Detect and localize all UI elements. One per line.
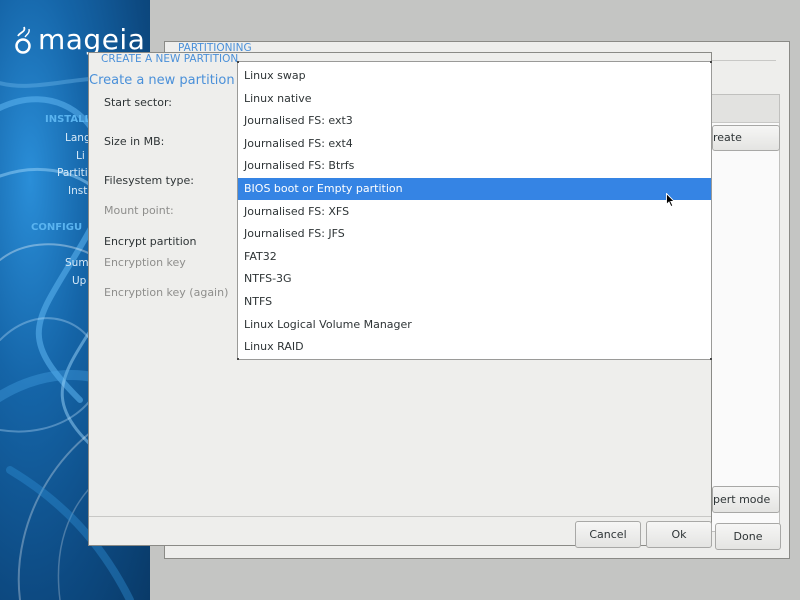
filesystem-type-label: Filesystem type: bbox=[104, 174, 194, 187]
sidebar-item-summary: Sum bbox=[65, 257, 89, 269]
dialog-title: CREATE A NEW PARTITION bbox=[101, 53, 239, 65]
dropdown-option-linux-swap[interactable]: Linux swap bbox=[238, 65, 711, 87]
logo-text: mageia bbox=[38, 23, 146, 56]
cancel-button[interactable]: Cancel bbox=[575, 521, 641, 548]
size-in-mb-label: Size in MB: bbox=[104, 135, 165, 148]
dropdown-option-bios-boot-selected[interactable]: BIOS boot or Empty partition bbox=[238, 178, 711, 200]
sidebar-item-partitioning: Partiti bbox=[57, 167, 88, 179]
dialog-footer-separator bbox=[89, 516, 711, 517]
sidebar-item-installing: Inst bbox=[68, 185, 88, 197]
sidebar-item-license: Li bbox=[76, 150, 85, 162]
expert-mode-button[interactable]: pert mode bbox=[712, 486, 780, 513]
done-button[interactable]: Done bbox=[715, 523, 781, 550]
dropdown-option-ext3[interactable]: Journalised FS: ext3 bbox=[238, 110, 711, 132]
dropdown-option-btrfs[interactable]: Journalised FS: Btrfs bbox=[238, 155, 711, 177]
dropdown-corner bbox=[237, 358, 239, 360]
dropdown-option-fat32[interactable]: FAT32 bbox=[238, 246, 711, 268]
dropdown-option-lvm[interactable]: Linux Logical Volume Manager bbox=[238, 314, 711, 336]
dropdown-corner bbox=[710, 61, 712, 63]
dropdown-option-ntfs-3g[interactable]: NTFS-3G bbox=[238, 268, 711, 290]
sidebar-section-configure: CONFIGU bbox=[31, 222, 83, 233]
encryption-key-again-label: Encryption key (again) bbox=[104, 286, 229, 299]
dropdown-corner bbox=[710, 358, 712, 360]
partition-list-header bbox=[712, 95, 779, 123]
dropdown-option-ntfs[interactable]: NTFS bbox=[238, 291, 711, 313]
partition-list-panel bbox=[712, 94, 780, 532]
sidebar-section-install: INSTALL bbox=[45, 114, 91, 125]
dropdown-option-ext4[interactable]: Journalised FS: ext4 bbox=[238, 133, 711, 155]
mageia-logo: mageia bbox=[12, 26, 145, 54]
mount-point-label: Mount point: bbox=[104, 204, 174, 217]
encryption-key-label: Encryption key bbox=[104, 256, 186, 269]
encrypt-partition-label[interactable]: Encrypt partition bbox=[104, 235, 196, 248]
create-button-label: reate bbox=[713, 131, 742, 144]
expert-mode-button-label: pert mode bbox=[713, 493, 771, 506]
mageia-logo-icon bbox=[15, 26, 31, 54]
dropdown-option-linux-raid[interactable]: Linux RAID bbox=[238, 336, 711, 358]
dropdown-corner bbox=[237, 61, 239, 63]
dropdown-option-linux-native[interactable]: Linux native bbox=[238, 88, 711, 110]
ok-button[interactable]: Ok bbox=[646, 521, 712, 548]
dropdown-option-xfs[interactable]: Journalised FS: XFS bbox=[238, 201, 711, 223]
create-button[interactable]: reate bbox=[712, 125, 780, 151]
dropdown-option-jfs[interactable]: Journalised FS: JFS bbox=[238, 223, 711, 245]
start-sector-label: Start sector: bbox=[104, 96, 172, 109]
dialog-subtitle: Create a new partition bbox=[89, 73, 235, 88]
mouse-pointer-icon bbox=[666, 193, 676, 208]
sidebar-item-updates: Up bbox=[72, 275, 87, 287]
sidebar-item-language: Lang bbox=[65, 132, 91, 144]
filesystem-type-dropdown[interactable]: Linux swap Linux native Journalised FS: … bbox=[237, 61, 712, 360]
